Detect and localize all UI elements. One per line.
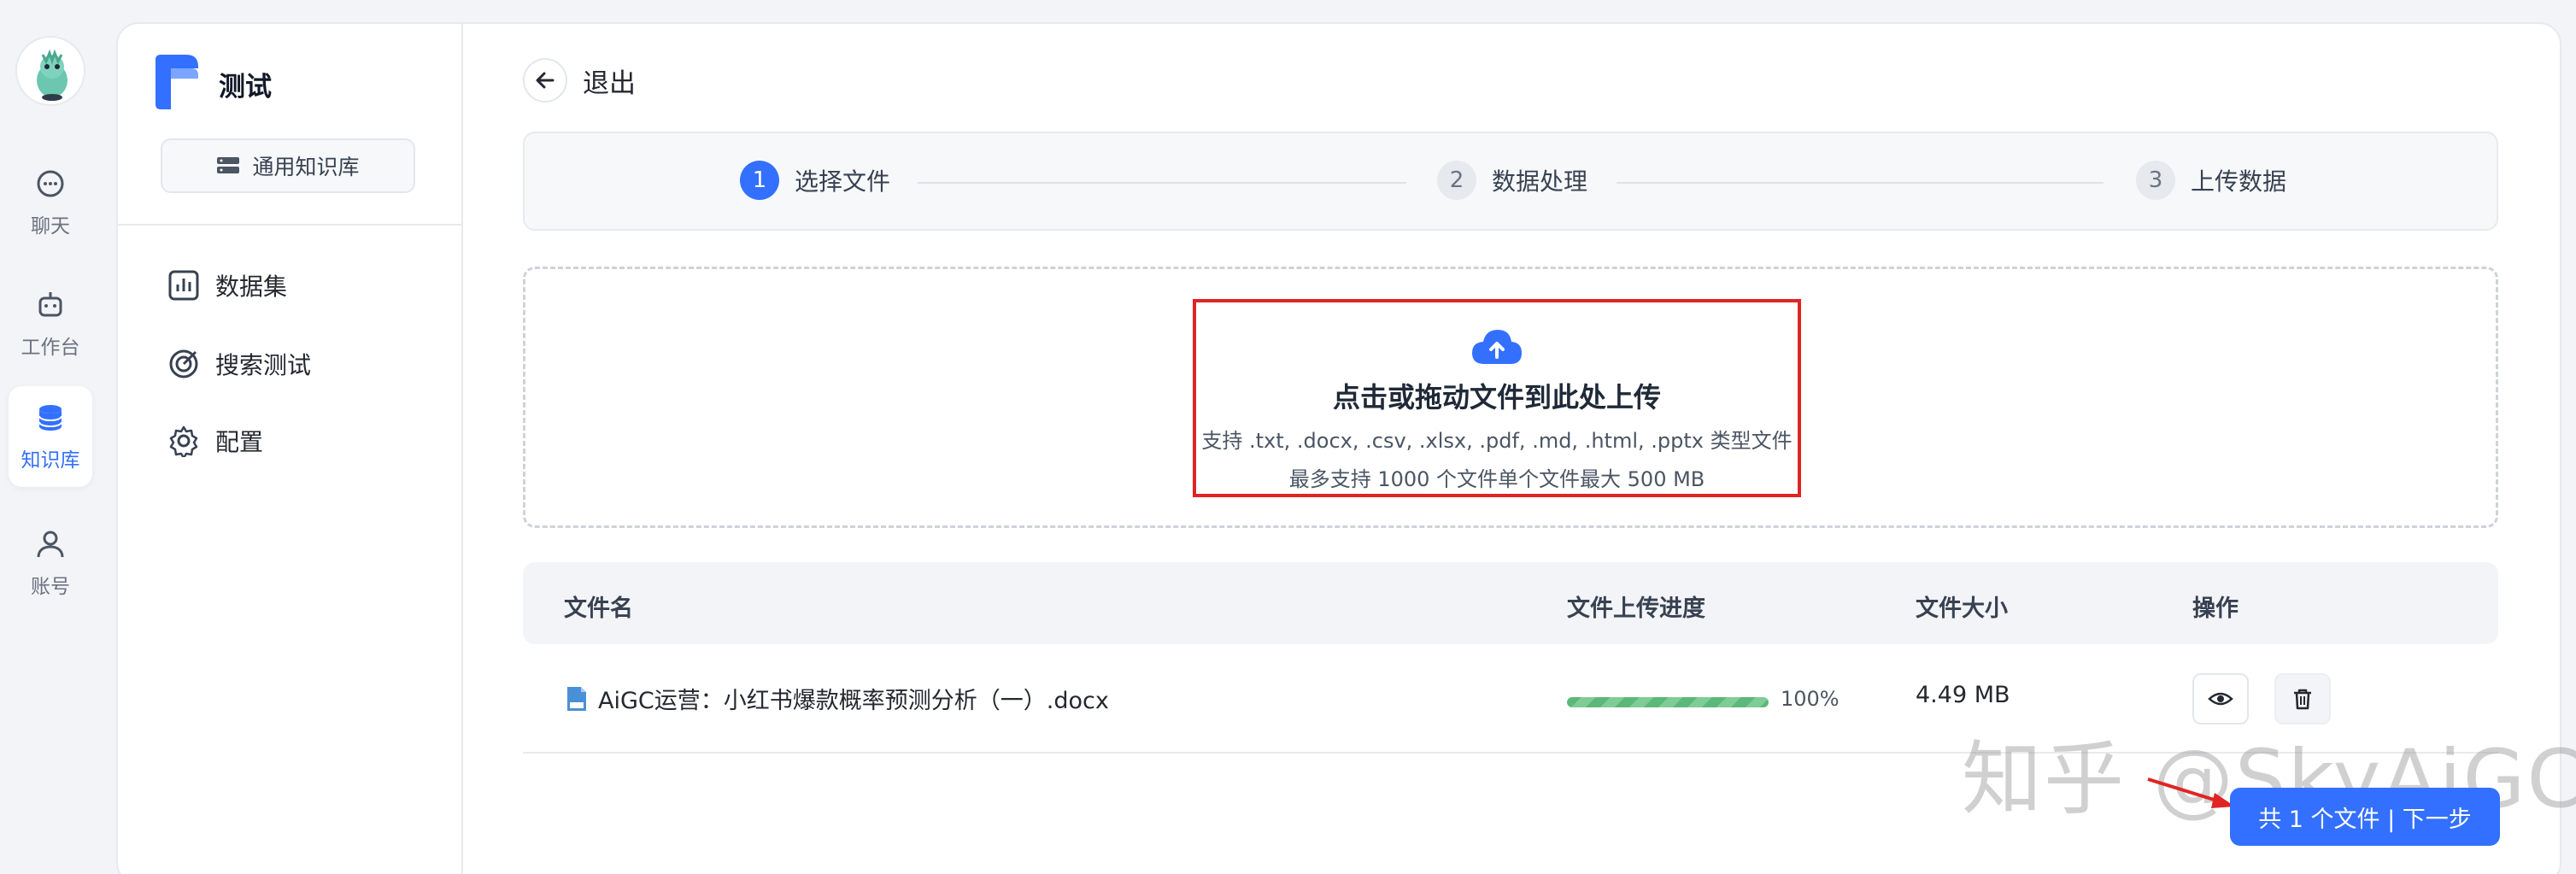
sidebar-divider bbox=[118, 224, 463, 226]
doc-file-icon bbox=[567, 686, 586, 711]
kb-sidebar: 测试 通用知识库 数据集 搜索测试 配置 bbox=[118, 24, 463, 874]
avatar[interactable] bbox=[15, 36, 85, 106]
kb-name: 测试 bbox=[219, 72, 272, 103]
step-label: 选择文件 bbox=[795, 167, 891, 196]
next-step-button[interactable]: 共 1 个文件 | 下一步 bbox=[2230, 788, 2500, 846]
step-data-processing: 2 数据处理 bbox=[1437, 161, 1587, 200]
trash-icon bbox=[2294, 689, 2311, 710]
column-header-filename: 文件名 bbox=[564, 595, 633, 622]
rail-item-knowledge-base[interactable]: 知识库 bbox=[9, 386, 92, 487]
step-label: 上传数据 bbox=[2191, 167, 2287, 196]
user-icon bbox=[37, 531, 64, 558]
step-number: 3 bbox=[2136, 161, 2175, 200]
step-number: 1 bbox=[740, 161, 779, 200]
robot-icon bbox=[38, 292, 62, 317]
dropzone-supported-types: 支持 .txt, .docx, .csv, .xlsx, .pdf, .md, … bbox=[1201, 429, 1793, 453]
sidebar-item-label: 搜索测试 bbox=[215, 351, 312, 379]
file-table-header: 文件名 文件上传进度 文件大小 操作 bbox=[523, 562, 2498, 644]
step-connector bbox=[918, 182, 1406, 184]
rail-item-account[interactable]: 账号 bbox=[9, 513, 92, 613]
left-rail: 聊天 工作台 知识库 账号 bbox=[0, 0, 103, 874]
kb-type-badge: 通用知识库 bbox=[161, 138, 415, 193]
chart-icon bbox=[168, 270, 199, 301]
database-icon bbox=[38, 405, 62, 431]
sidebar-item-config[interactable]: 配置 bbox=[167, 424, 263, 458]
rail-item-workbench[interactable]: 工作台 bbox=[9, 273, 92, 374]
avatar-image bbox=[17, 38, 84, 104]
column-header-size: 文件大小 bbox=[1916, 595, 2008, 622]
upload-progress-bar bbox=[1567, 697, 1769, 707]
exit-button[interactable]: 退出 bbox=[523, 58, 636, 103]
file-name-cell: AiGC运营：小红书爆款概率预测分析（一）.docx bbox=[566, 682, 1109, 715]
step-bar: 1 选择文件 2 数据处理 3 上传数据 bbox=[523, 132, 2498, 231]
rail-item-label: 聊天 bbox=[31, 215, 70, 238]
exit-label: 退出 bbox=[583, 67, 636, 99]
server-icon bbox=[217, 157, 240, 173]
step-select-file: 1 选择文件 bbox=[740, 161, 890, 200]
back-arrow-icon bbox=[523, 58, 567, 103]
kb-logo-icon bbox=[155, 55, 198, 109]
sidebar-item-label: 配置 bbox=[215, 428, 264, 456]
dropzone-title: 点击或拖动文件到此处上传 bbox=[1332, 381, 1661, 414]
target-icon bbox=[169, 349, 198, 378]
sidebar-item-dataset[interactable]: 数据集 bbox=[167, 268, 287, 302]
gear-icon bbox=[169, 425, 198, 457]
file-size: 4.49 MB bbox=[1916, 682, 2010, 708]
kb-type-label: 通用知识库 bbox=[252, 155, 360, 179]
step-connector bbox=[1617, 182, 2104, 184]
sidebar-item-label: 数据集 bbox=[215, 273, 288, 301]
step-number: 2 bbox=[1437, 161, 1476, 200]
column-header-actions: 操作 bbox=[2192, 595, 2239, 622]
eye-icon bbox=[2208, 692, 2233, 706]
upload-progress-fill bbox=[1567, 697, 1769, 707]
rail-item-label: 工作台 bbox=[21, 337, 80, 359]
pointer-arrow-icon bbox=[2147, 777, 2235, 808]
file-name: AiGC运营：小红书爆款概率预测分析（一）.docx bbox=[598, 688, 1109, 714]
dropzone-limits: 最多支持 1000 个文件单个文件最大 500 MB bbox=[1288, 467, 1705, 491]
sidebar-item-search-test[interactable]: 搜索测试 bbox=[167, 347, 311, 381]
rail-item-label: 知识库 bbox=[21, 449, 80, 472]
chat-icon bbox=[37, 170, 64, 197]
column-header-progress: 文件上传进度 bbox=[1567, 595, 1705, 622]
rail-item-chat[interactable]: 聊天 bbox=[9, 152, 92, 253]
rail-item-label: 账号 bbox=[31, 576, 70, 598]
upload-prompt[interactable]: 点击或拖动文件到此处上传 支持 .txt, .docx, .csv, .xlsx… bbox=[1193, 299, 1801, 497]
step-label: 数据处理 bbox=[1492, 167, 1588, 196]
step-upload-data: 3 上传数据 bbox=[2136, 161, 2286, 200]
upload-progress-text: 100% bbox=[1781, 687, 1840, 711]
cloud-upload-icon bbox=[1472, 330, 1522, 364]
